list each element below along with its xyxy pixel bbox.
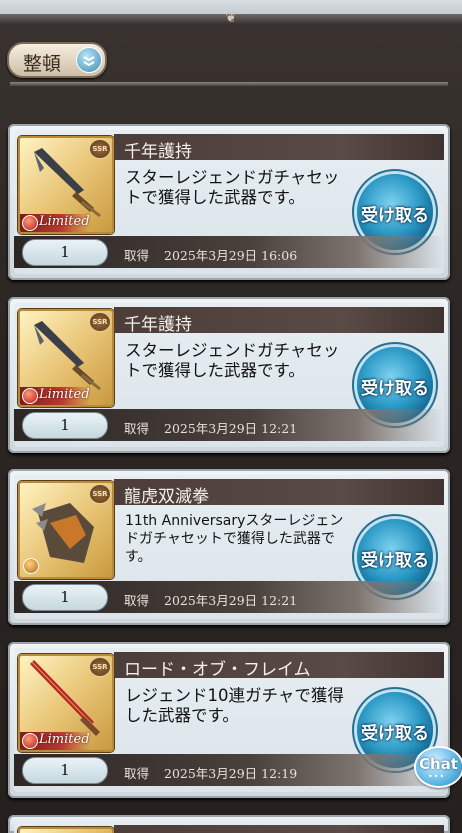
weapon-thumbnail[interactable]: SSR Limited	[18, 309, 114, 407]
acquired-label: 取得	[124, 766, 150, 781]
item-name: 爆藥	[124, 828, 158, 833]
gift-card: SSR Limited 千年護持 スターレジェンドガチャセットで獲得した武器です…	[8, 124, 450, 280]
quantity-pill: 1	[22, 757, 108, 784]
quantity-pill: 1	[22, 412, 108, 439]
element-orb-icon	[22, 388, 38, 404]
limited-label: Limited	[39, 214, 90, 229]
weapon-thumbnail[interactable]: SSR	[18, 481, 114, 579]
item-meta-bar: 1 取得 2025年3月29日 12:19	[14, 754, 444, 786]
quantity-value: 1	[60, 761, 70, 779]
header-divider	[10, 82, 448, 86]
gift-card: 爆藥	[8, 815, 450, 833]
item-name: 千年護持	[124, 142, 192, 162]
receive-label: 受け取る	[361, 379, 429, 399]
receive-label: 受け取る	[361, 724, 429, 744]
item-title-bar: 龍虎双滅拳	[114, 479, 444, 507]
rarity-badge: SSR	[89, 312, 111, 332]
gift-card: SSR Limited 千年護持 スターレジェンドガチャセットで獲得した武器です…	[8, 297, 450, 453]
item-meta-bar: 1 取得 2025年3月29日 12:21	[14, 409, 444, 441]
acquired-label: 取得	[124, 593, 150, 608]
chat-label: Chat	[419, 755, 458, 773]
rarity-badge: SSR	[89, 657, 111, 677]
weapon-thumbnail[interactable]	[18, 827, 114, 833]
gift-card: SSR Limited ロード・オブ・フレイム レジェンド10連ガチャで獲得した…	[8, 642, 450, 798]
limited-label: Limited	[39, 732, 90, 747]
acquired-label: 取得	[124, 248, 150, 263]
receive-label: 受け取る	[361, 551, 429, 571]
limited-badge: Limited	[20, 387, 90, 405]
gift-card: SSR 龍虎双滅拳 11th Anniversaryスターレジェンドガチャセット…	[8, 469, 450, 625]
item-name: ロード・オブ・フレイム	[124, 660, 311, 680]
item-description: スターレジェンドガチャセットで獲得した武器です。	[125, 341, 340, 380]
quantity-value: 1	[60, 243, 70, 261]
item-description: レジェンド10連ガチャで獲得した武器です。	[125, 686, 344, 725]
item-name: 龍虎双滅拳	[124, 487, 209, 507]
item-title-bar: 爆藥	[114, 825, 444, 833]
acquired-date: 2025年3月29日 12:21	[164, 593, 298, 608]
weapon-thumbnail[interactable]: SSR Limited	[18, 654, 114, 752]
item-description: 11th Anniversaryスターレジェンドガチャセットで獲得した武器です。	[125, 513, 344, 565]
element-orb-icon	[23, 558, 39, 574]
quantity-value: 1	[60, 416, 70, 434]
item-meta-bar: 1 取得 2025年3月29日 16:06	[14, 236, 444, 268]
chat-dots: •••	[428, 772, 446, 781]
item-name: 千年護持	[124, 315, 192, 335]
limited-label: Limited	[39, 387, 90, 402]
item-description: スターレジェンドガチャセットで獲得した武器です。	[125, 168, 340, 207]
element-orb-icon	[22, 733, 38, 749]
chat-button[interactable]: Chat •••	[416, 748, 462, 786]
acquired-date: 2025年3月29日 12:21	[164, 421, 298, 436]
quantity-pill: 1	[22, 584, 108, 611]
acquired-label: 取得	[124, 421, 150, 436]
quantity-pill: 1	[22, 239, 108, 266]
sort-toggle-icon	[76, 47, 102, 73]
limited-badge: Limited	[20, 732, 90, 750]
weapon-thumbnail[interactable]: SSR Limited	[18, 136, 114, 234]
sort-button[interactable]: 整頓	[7, 42, 107, 78]
rarity-badge: SSR	[89, 484, 111, 504]
item-meta-bar: 1 取得 2025年3月29日 12:21	[14, 581, 444, 613]
item-title-bar: ロード・オブ・フレイム	[114, 652, 444, 680]
sort-label: 整頓	[23, 53, 62, 75]
item-title-bar: 千年護持	[114, 307, 444, 335]
item-title-bar: 千年護持	[114, 134, 444, 162]
element-orb-icon	[22, 215, 38, 231]
acquired-date: 2025年3月29日 16:06	[164, 248, 298, 263]
frame-ornament-icon: ❦	[225, 10, 237, 26]
rarity-badge: SSR	[89, 139, 111, 159]
limited-badge: Limited	[20, 214, 90, 232]
quantity-value: 1	[60, 588, 70, 606]
receive-label: 受け取る	[361, 206, 429, 226]
acquired-date: 2025年3月29日 12:19	[164, 766, 298, 781]
